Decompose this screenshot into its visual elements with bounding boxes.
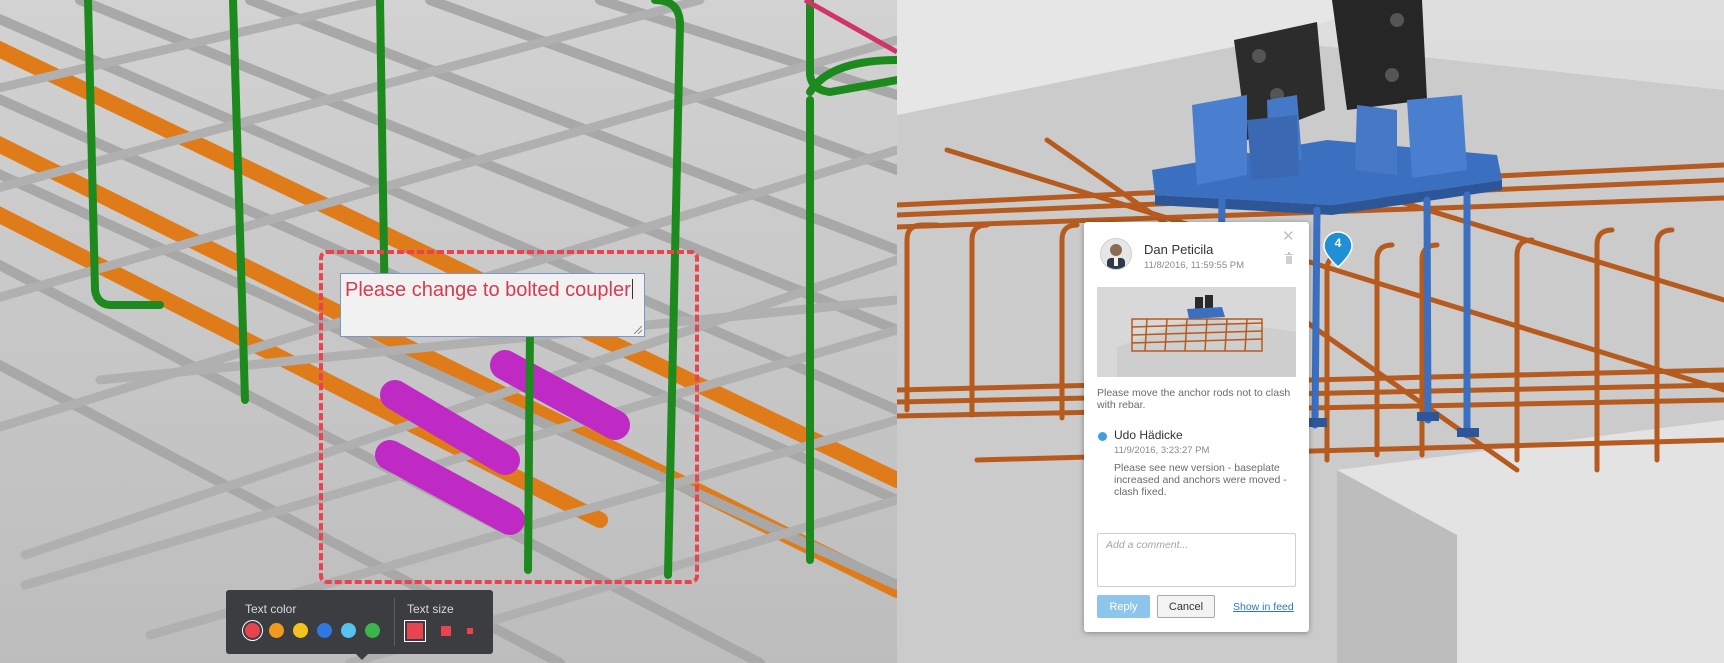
reply-button[interactable]: Reply — [1097, 595, 1150, 618]
comment-snapshot-thumbnail[interactable] — [1097, 287, 1296, 377]
text-size-label: Text size — [407, 602, 454, 616]
comment-date: 11/8/2016, 11:59:55 PM — [1144, 260, 1245, 271]
text-size-large-button[interactable] — [407, 623, 423, 639]
show-in-feed-link[interactable]: Show in feed — [1233, 601, 1294, 613]
reply-body: Please see new version - baseplate incre… — [1114, 462, 1287, 498]
comment-pin[interactable]: 4 — [1323, 231, 1353, 268]
reply-author: Udo Hädicke — [1114, 428, 1183, 442]
user-avatar-icon — [1107, 244, 1125, 269]
color-swatch-red[interactable] — [245, 623, 260, 638]
cancel-button[interactable]: Cancel — [1157, 595, 1215, 618]
snapshot-image — [1097, 287, 1296, 377]
comment-panel: Dan Peticila 11/8/2016, 11:59:55 PM ✕ Pl… — [1084, 222, 1309, 632]
markup-toolbar: Text color Text size — [226, 590, 493, 660]
color-swatch-orange[interactable] — [269, 623, 284, 638]
text-size-small-button[interactable] — [467, 628, 473, 634]
pin-number: 4 — [1334, 236, 1342, 250]
comment-author: Dan Peticila — [1144, 242, 1214, 257]
reply-date: 11/9/2016, 3:23:27 PM — [1114, 445, 1210, 456]
text-caret — [631, 279, 633, 299]
trash-icon[interactable] — [1284, 252, 1294, 264]
text-color-label: Text color — [245, 602, 297, 616]
reply-status-dot — [1098, 432, 1107, 441]
text-size-medium-button[interactable] — [441, 626, 451, 636]
color-swatch-green[interactable] — [365, 623, 380, 638]
viewer-left-pane[interactable]: Please change to bolted coupler Text col… — [0, 0, 897, 663]
avatar — [1100, 238, 1132, 270]
comment-body: Please move the anchor rods not to clash… — [1097, 387, 1291, 411]
color-swatch-blue[interactable] — [317, 623, 332, 638]
resize-grip-icon[interactable] — [634, 326, 642, 334]
viewer-right-pane[interactable] — [897, 0, 1724, 663]
color-swatch-yellow[interactable] — [293, 623, 308, 638]
close-icon[interactable]: ✕ — [1282, 227, 1295, 245]
markup-text-box[interactable]: Please change to bolted coupler — [340, 273, 645, 337]
color-swatch-light-blue[interactable] — [341, 623, 356, 638]
markup-text[interactable]: Please change to bolted coupler — [345, 279, 633, 302]
toolbar-divider — [394, 598, 395, 646]
toolbar-pointer — [356, 654, 368, 660]
baseplate-3d-scene[interactable] — [897, 0, 1724, 663]
comment-input[interactable] — [1097, 533, 1296, 587]
